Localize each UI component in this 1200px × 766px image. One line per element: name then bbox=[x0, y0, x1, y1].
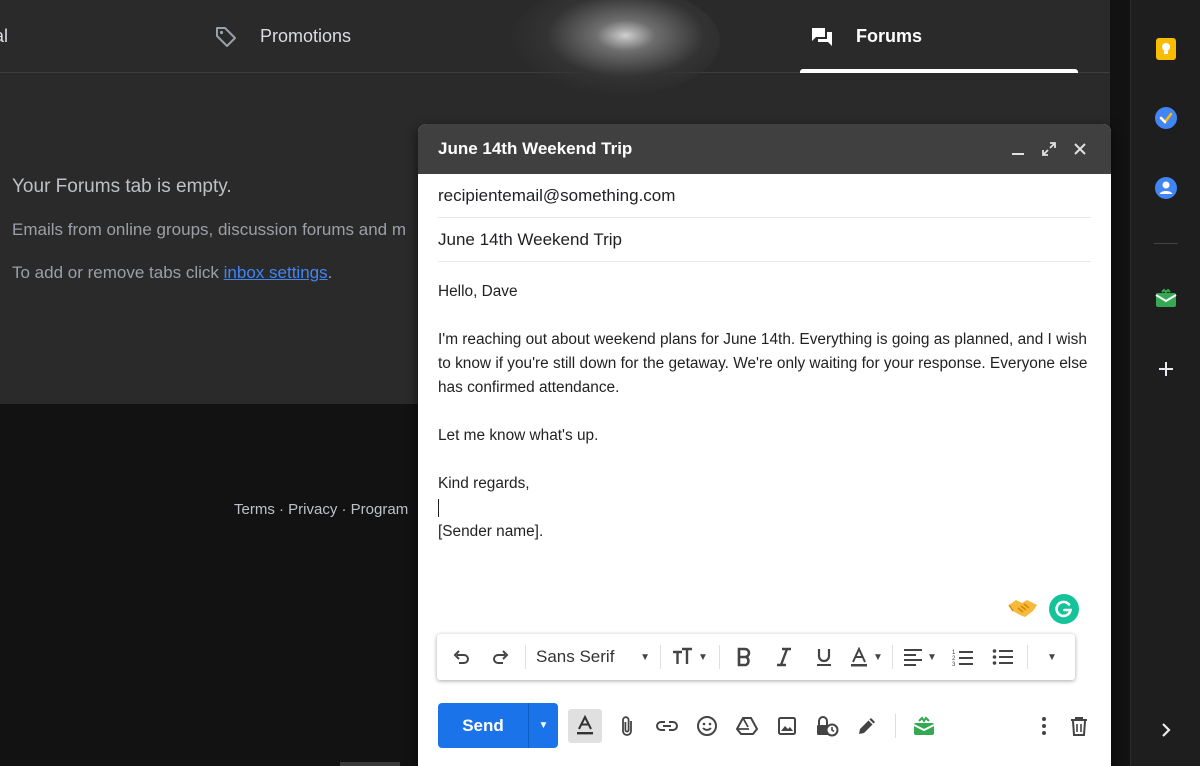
text-color-icon[interactable]: ▼ bbox=[844, 639, 888, 675]
empty-tab-title: Your Forums tab is empty. bbox=[12, 176, 232, 197]
tab-forums[interactable]: Forums bbox=[810, 0, 922, 73]
compose-action-bar bbox=[568, 708, 944, 744]
more-formatting-icon[interactable]: ▼ bbox=[1032, 639, 1068, 675]
svg-text:3: 3 bbox=[952, 662, 956, 667]
body-ask: Let me know what's up. bbox=[438, 427, 599, 444]
align-icon[interactable]: ▼ bbox=[897, 639, 943, 675]
compose-header[interactable]: June 14th Weekend Trip bbox=[418, 124, 1111, 174]
font-size-icon[interactable]: ▼ bbox=[665, 639, 715, 675]
tab-social-label: al bbox=[0, 26, 9, 46]
side-panel-separator bbox=[1154, 243, 1178, 244]
inbox-settings-link[interactable]: inbox settings bbox=[224, 263, 328, 282]
undo-icon[interactable] bbox=[441, 639, 481, 675]
scroll-indicator bbox=[340, 762, 400, 766]
recipients-field[interactable]: recipientemail@something.com bbox=[438, 174, 1091, 218]
numbered-list-icon[interactable]: 123 bbox=[943, 639, 983, 675]
recipient-address: recipientemail@something.com bbox=[438, 185, 676, 205]
chevron-down-icon: ▼ bbox=[927, 651, 937, 663]
insert-photo-icon[interactable] bbox=[767, 708, 807, 744]
more-options-icon[interactable] bbox=[1024, 708, 1064, 744]
underline-icon[interactable] bbox=[804, 639, 844, 675]
addon-mail-icon[interactable] bbox=[904, 708, 944, 744]
footer-links[interactable]: Terms · Privacy · Program bbox=[234, 501, 408, 518]
body-paragraph: I'm reaching out about weekend plans for… bbox=[438, 331, 1088, 396]
tab-promotions[interactable]: Promotions bbox=[214, 0, 351, 73]
empty-tab-description: Emails from online groups, discussion fo… bbox=[12, 220, 406, 239]
text-cursor bbox=[438, 499, 439, 517]
subject-text: June 14th Weekend Trip bbox=[438, 229, 622, 249]
handshake-icon[interactable] bbox=[1008, 596, 1038, 620]
bulleted-list-icon[interactable] bbox=[983, 639, 1023, 675]
chevron-down-icon: ▼ bbox=[873, 651, 883, 663]
link-icon[interactable] bbox=[647, 708, 687, 744]
send-group: Send ▼ bbox=[438, 703, 558, 748]
chevron-right-icon[interactable] bbox=[1154, 718, 1178, 742]
add-icon[interactable] bbox=[1154, 357, 1178, 381]
chevron-down-icon: ▼ bbox=[1047, 651, 1057, 663]
font-select-value: Sans Serif bbox=[536, 647, 615, 666]
send-button[interactable]: Send bbox=[438, 703, 528, 748]
chevron-down-icon: ▼ bbox=[698, 651, 708, 663]
tag-icon bbox=[214, 25, 238, 49]
chevron-down-icon: ▼ bbox=[640, 651, 650, 663]
manage-tabs-suffix: . bbox=[327, 263, 333, 282]
send-options-button[interactable]: ▼ bbox=[528, 703, 558, 748]
body-closing: Kind regards, bbox=[438, 475, 530, 492]
message-body[interactable]: Hello, Dave I'm reaching out about weeke… bbox=[438, 280, 1094, 544]
blurred-tab-region bbox=[510, 0, 720, 96]
drive-icon[interactable] bbox=[727, 708, 767, 744]
emoji-icon[interactable] bbox=[687, 708, 727, 744]
tasks-icon[interactable] bbox=[1154, 106, 1178, 130]
compose-title: June 14th Weekend Trip bbox=[438, 139, 633, 158]
keep-icon[interactable] bbox=[1154, 37, 1178, 61]
forum-icon bbox=[810, 25, 834, 49]
bold-icon[interactable] bbox=[724, 639, 764, 675]
body-greeting: Hello, Dave bbox=[438, 283, 518, 300]
attach-icon[interactable] bbox=[607, 708, 647, 744]
close-icon[interactable] bbox=[1069, 138, 1091, 160]
side-panel bbox=[1131, 0, 1200, 766]
signature-pen-icon[interactable] bbox=[847, 708, 887, 744]
formatting-options-button[interactable] bbox=[568, 709, 602, 743]
compose-window: June 14th Weekend Trip recipientemail@so… bbox=[418, 124, 1111, 766]
formatting-toolbar: Sans Serif ▼ ▼ ▼ ▼ 123 ▼ bbox=[437, 634, 1075, 680]
addon-mail-icon[interactable] bbox=[1154, 287, 1178, 311]
contacts-icon[interactable] bbox=[1154, 176, 1178, 200]
redo-icon[interactable] bbox=[481, 639, 521, 675]
tab-promotions-label: Promotions bbox=[260, 26, 352, 46]
tab-social[interactable]: al bbox=[0, 0, 8, 73]
category-tabs: al Promotions Forums bbox=[0, 0, 1110, 96]
manage-tabs-text: To add or remove tabs click inbox settin… bbox=[12, 263, 332, 283]
italic-icon[interactable] bbox=[764, 639, 804, 675]
confidential-mode-icon[interactable] bbox=[807, 708, 847, 744]
chevron-down-icon: ▼ bbox=[538, 720, 549, 731]
subject-field[interactable]: June 14th Weekend Trip bbox=[438, 218, 1091, 262]
body-signature: [Sender name]. bbox=[438, 523, 544, 540]
grammarly-icon[interactable] bbox=[1049, 594, 1079, 624]
font-select[interactable]: Sans Serif ▼ bbox=[530, 639, 656, 675]
trash-icon[interactable] bbox=[1059, 708, 1099, 744]
manage-tabs-prefix: To add or remove tabs click bbox=[12, 263, 224, 282]
fullscreen-icon[interactable] bbox=[1038, 138, 1060, 160]
minimize-icon[interactable] bbox=[1007, 138, 1029, 160]
active-tab-indicator bbox=[800, 69, 1078, 73]
tab-forums-label: Forums bbox=[856, 26, 923, 46]
